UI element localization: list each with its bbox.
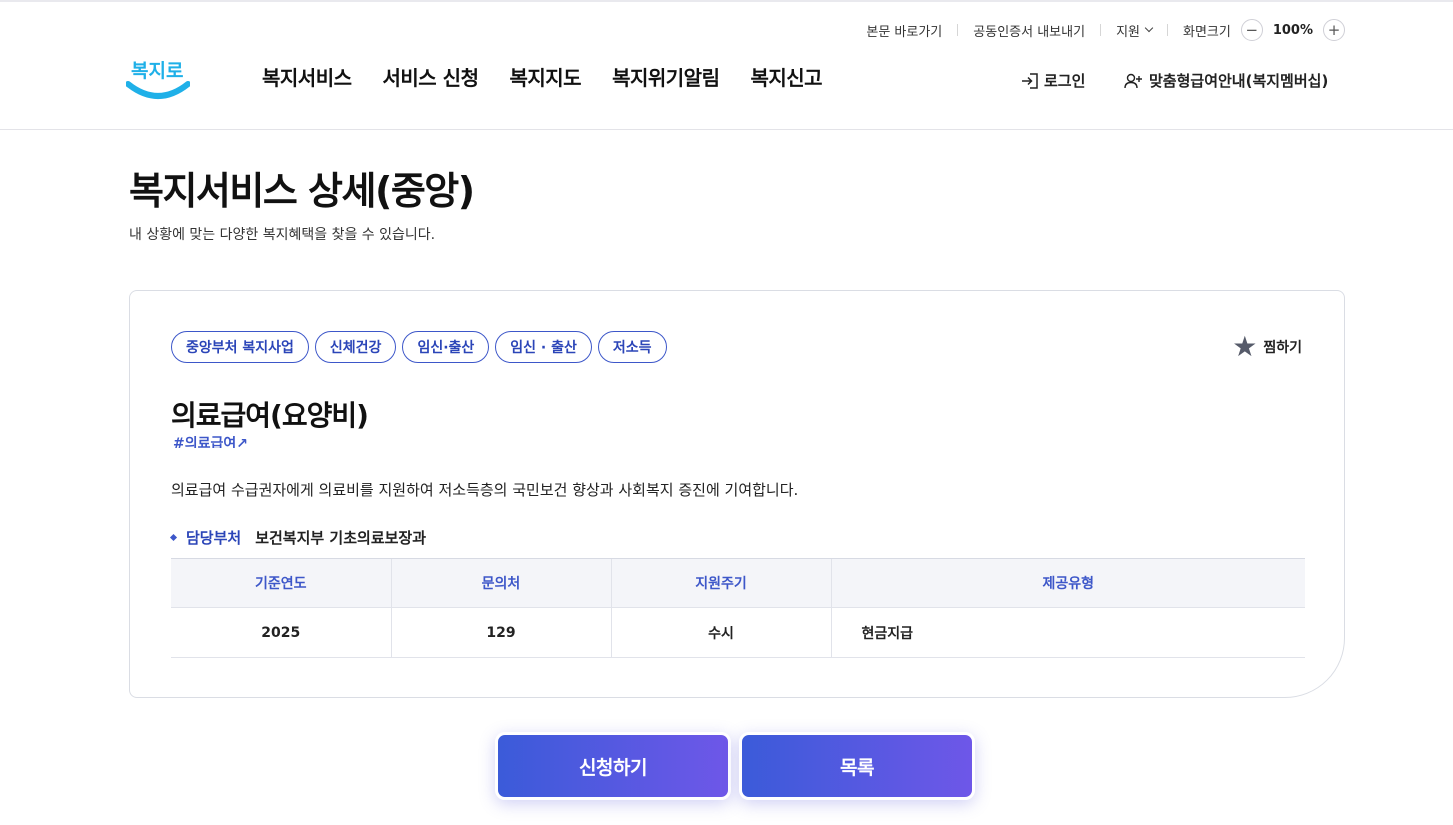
list-button[interactable]: 목록	[739, 732, 975, 800]
divider	[1166, 24, 1168, 36]
col-header-type: 제공유형	[830, 558, 1305, 608]
utility-bar: 본문 바로가기 공동인증서 내보내기 지원 화면크기 − 100% +	[866, 18, 1345, 42]
service-detail-card: 중앙부처 복지사업 신체건강 임신·출산 임신 · 출산 저소득 ★ 찜하기 의…	[129, 290, 1345, 698]
cell-contact: 129	[390, 607, 611, 658]
support-menu[interactable]: 지원	[1116, 21, 1154, 40]
tag-chip[interactable]: 임신·출산	[402, 331, 490, 363]
col-header-contact: 문의처	[390, 558, 611, 608]
skip-to-content-link[interactable]: 본문 바로가기	[866, 21, 942, 40]
nav-welfare-map[interactable]: 복지지도	[509, 62, 581, 91]
zoom-level: 100%	[1272, 22, 1313, 38]
tag-chip[interactable]: 중앙부처 복지사업	[171, 331, 309, 363]
zoom-in-button[interactable]: +	[1323, 19, 1345, 41]
logo-mark: 복지로	[125, 60, 191, 99]
table-row: 2025 129 수시 현금지급	[171, 607, 1305, 658]
screen-size-label: 화면크기	[1182, 24, 1231, 40]
membership-link[interactable]: 맞춤형급여안내(복지멤버십)	[1124, 70, 1328, 91]
divider	[1100, 24, 1102, 36]
department-label: 담당부처	[186, 529, 242, 547]
external-link-icon: ↗	[236, 436, 248, 448]
favorite-button[interactable]: ★ 찜하기	[1232, 333, 1302, 361]
divider	[957, 24, 959, 36]
logo-text: 복지로	[131, 60, 183, 82]
nav-welfare-services[interactable]: 복지서비스	[262, 62, 352, 91]
favorite-label: 찜하기	[1263, 340, 1302, 356]
login-link[interactable]: 로그인	[1021, 70, 1085, 91]
col-header-year: 기준연도	[171, 558, 391, 608]
header-divider	[0, 129, 1453, 130]
table-header-row: 기준연도 문의처 지원주기 제공유형	[171, 558, 1305, 608]
tag-chip[interactable]: 신체건강	[314, 331, 397, 363]
cell-type: 현금지급	[830, 607, 1305, 658]
nav-welfare-report[interactable]: 복지신고	[750, 62, 822, 91]
page-subtitle: 내 상황에 맞는 다양한 복지혜택을 찾을 수 있습니다.	[129, 227, 436, 243]
zoom-out-button[interactable]: −	[1240, 19, 1263, 41]
col-header-cycle: 지원주기	[610, 558, 831, 608]
page-title: 복지서비스 상세(중앙)	[129, 169, 475, 213]
top-border	[0, 0, 1453, 2]
nav-crisis-alert[interactable]: 복지위기알림	[612, 62, 720, 91]
tag-list: 중앙부처 복지사업 신체건강 임신·출산 임신 · 출산 저소득	[171, 331, 667, 363]
support-label: 지원	[1116, 24, 1140, 40]
service-title: 의료급여(요양비)	[171, 399, 369, 432]
tag-chip[interactable]: 임신 · 출산	[495, 331, 592, 363]
cell-year: 2025	[171, 607, 391, 658]
hashtag-text: #의료급여	[173, 436, 237, 448]
bokjiro-logo[interactable]: 복지로	[125, 50, 191, 102]
nav-service-apply[interactable]: 서비스 신청	[383, 62, 479, 91]
tag-chip[interactable]: 저소득	[597, 331, 667, 363]
user-plus-icon	[1124, 73, 1142, 88]
chevron-down-icon	[1144, 23, 1154, 33]
department-row: 담당부처 보건복지부 기초의료보장과	[169, 527, 427, 548]
membership-label: 맞춤형급여안내(복지멤버십)	[1149, 72, 1329, 90]
service-hashtag-link[interactable]: #의료급여↗	[173, 436, 248, 448]
service-description: 의료급여 수급권자에게 의료비를 지원하여 저소득층의 국민보건 향상과 사회복…	[171, 481, 799, 499]
department-value: 보건복지부 기초의료보장과	[255, 529, 427, 547]
star-icon: ★	[1232, 330, 1258, 363]
cert-export-link[interactable]: 공동인증서 내보내기	[973, 21, 1085, 40]
apply-button[interactable]: 신청하기	[495, 732, 731, 800]
main-navigation: 복지서비스 서비스 신청 복지지도 복지위기알림 복지신고	[262, 62, 823, 91]
service-info-table: 기준연도 문의처 지원주기 제공유형 2025 129 수시 현금지급	[171, 558, 1305, 658]
login-icon	[1022, 72, 1038, 89]
cell-cycle: 수시	[610, 607, 831, 658]
login-label: 로그인	[1044, 72, 1086, 90]
diamond-bullet-icon	[169, 533, 178, 542]
